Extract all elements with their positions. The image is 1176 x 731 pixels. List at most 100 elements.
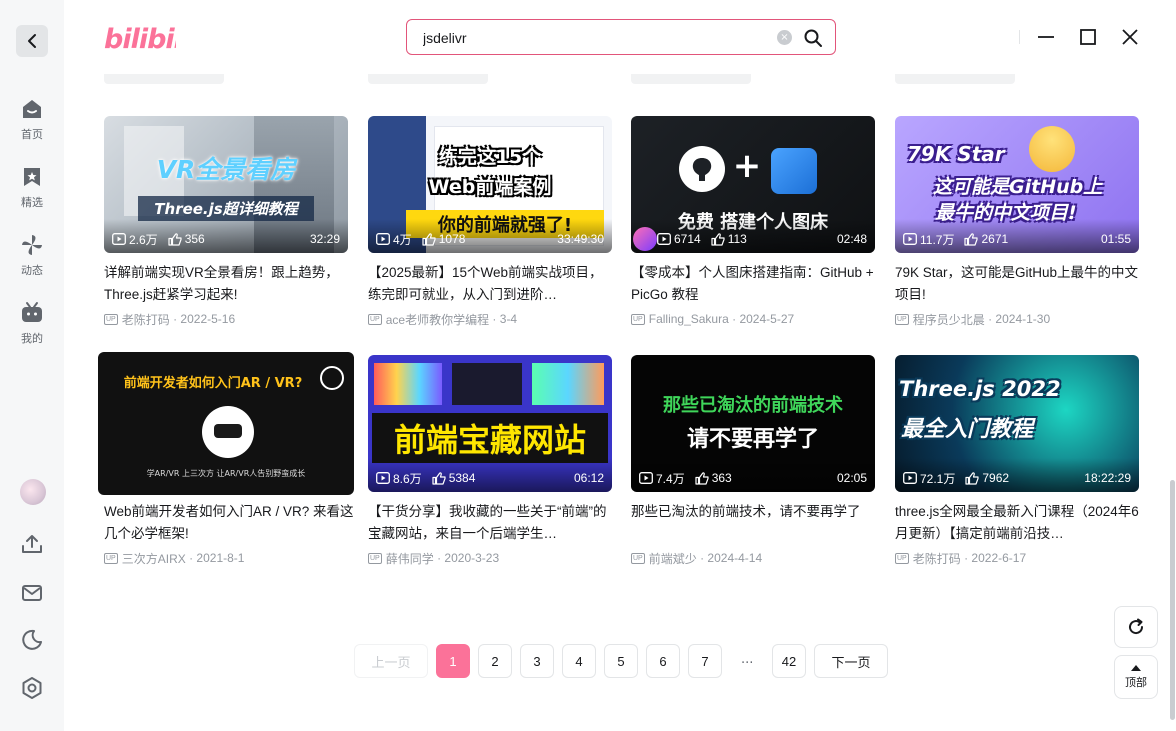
search-input[interactable] bbox=[423, 28, 763, 48]
like-icon bbox=[711, 232, 725, 246]
minimize-button[interactable] bbox=[1036, 27, 1056, 47]
sidebar: 首页 精选 动态 我的 bbox=[0, 0, 64, 731]
page-1-button[interactable]: 1 bbox=[436, 644, 470, 678]
page-6-button[interactable]: 6 bbox=[646, 644, 680, 678]
video-title[interactable]: three.js全网最全最新入门课程（2024年6月更新）【搞定前端前沿技… bbox=[895, 501, 1139, 545]
settings-icon bbox=[22, 677, 42, 699]
video-title[interactable]: 【2025最新】15个Web前端实战项目，练完即可就业，从入门到进阶… bbox=[368, 262, 612, 306]
video-author[interactable]: Falling_Sakura bbox=[649, 312, 729, 326]
prev-page-button[interactable]: 上一页 bbox=[354, 644, 428, 678]
video-title[interactable]: 【干货分享】我收藏的一些关于“前端”的宝藏网站，来自一个后端学生… bbox=[368, 501, 612, 545]
video-author[interactable]: 三次方AIRX bbox=[122, 550, 186, 567]
thumbnail-caption: 79K Star bbox=[907, 142, 1005, 166]
bookmark-icon bbox=[24, 168, 40, 186]
octocat-icon bbox=[692, 158, 712, 181]
video-thumbnail[interactable]: 那些已淘汰的前端技术 请不要再学了 7.4万 363 02:05 bbox=[631, 355, 875, 492]
video-title[interactable]: 【零成本】个人图床搭建指南：GitHub + PicGo 教程 bbox=[631, 262, 875, 306]
page-5-button[interactable]: 5 bbox=[604, 644, 638, 678]
video-meta: UP 程序员少北晨 · 2024-1-30 bbox=[895, 311, 1051, 328]
scrollbar[interactable] bbox=[1170, 480, 1175, 720]
page-7-button[interactable]: 7 bbox=[688, 644, 722, 678]
sidebar-item-mine[interactable]: 我的 bbox=[0, 300, 64, 356]
video-thumbnail[interactable]: 前端宝藏网站 8.6万 5384 06:12 bbox=[368, 355, 612, 492]
sidebar-item-home[interactable]: 首页 bbox=[0, 96, 64, 152]
avatar[interactable] bbox=[20, 479, 46, 505]
search-icon[interactable] bbox=[803, 28, 823, 48]
sidebar-item-label: 首页 bbox=[21, 128, 43, 141]
thumbnail-caption: Three.js超详细教程 bbox=[138, 196, 314, 221]
search-box: × bbox=[406, 19, 836, 55]
video-author[interactable]: 老陈打码 bbox=[913, 550, 961, 567]
video-thumbnail[interactable]: VR全景看房 Three.js超详细教程 2.6万 356 32:29 bbox=[104, 116, 348, 253]
video-title[interactable]: 那些已淘汰的前端技术，请不要再学了 bbox=[631, 501, 875, 545]
like-icon bbox=[695, 471, 709, 485]
video-author[interactable]: 薛伟同学 bbox=[386, 550, 434, 567]
sidebar-item-label: 我的 bbox=[21, 332, 43, 345]
back-to-top-button[interactable]: 顶部 bbox=[1114, 655, 1158, 699]
video-card[interactable]: + 免费 搭建个人图床 6714 113 02:48 【零成本】个人图床搭建指南… bbox=[631, 116, 875, 328]
video-card[interactable]: 那些已淘汰的前端技术 请不要再学了 7.4万 363 02:05 那些已淘汰的前… bbox=[631, 355, 875, 567]
video-author[interactable]: 老陈打码 bbox=[122, 311, 170, 328]
video-title[interactable]: 79K Star，这可能是GitHub上最牛的中文项目! bbox=[895, 262, 1139, 306]
video-date: 2020-3-23 bbox=[444, 551, 500, 565]
up-badge-icon: UP bbox=[895, 313, 909, 325]
video-author[interactable]: ace老师教你学编程 bbox=[386, 311, 489, 328]
video-author[interactable]: 前端斌少 bbox=[649, 550, 697, 567]
bilibili-logo[interactable]: bilibili bbox=[104, 22, 193, 58]
video-thumbnail[interactable]: 练完这15个 Web前端案例 你的前端就强了! 4万 1078 33:49:30 bbox=[368, 116, 612, 253]
video-card[interactable]: 79K Star 这可能是GitHub上 最牛的中文项目! 11.7万 2671… bbox=[895, 116, 1139, 328]
previous-row-remnant bbox=[368, 74, 488, 84]
view-count: 2.6万 bbox=[129, 232, 158, 247]
maximize-button[interactable] bbox=[1078, 27, 1098, 47]
video-title[interactable]: Web前端开发者如何入门AR / VR? 来看这几个必学框架! bbox=[98, 501, 354, 545]
video-title[interactable]: 详解前端实现VR全景看房！跟上趋势，Three.js赶紧学习起来! bbox=[104, 262, 348, 306]
video-stats: 6714 113 02:48 bbox=[657, 231, 867, 247]
up-badge-icon: UP bbox=[104, 552, 118, 564]
sidebar-item-label: 动态 bbox=[21, 264, 43, 277]
sidebar-item-featured[interactable]: 精选 bbox=[0, 164, 64, 220]
video-card[interactable]: 前端宝藏网站 8.6万 5384 06:12 【干货分享】我收藏的一些关于“前端… bbox=[368, 355, 612, 567]
like-count: 7962 bbox=[982, 471, 1010, 485]
thumbnail-caption: Web前端案例 bbox=[428, 176, 552, 198]
page-3-button[interactable]: 3 bbox=[520, 644, 554, 678]
video-card[interactable]: Three.js 2022 最全入门教程 72.1万 7962 18:22:29… bbox=[895, 355, 1139, 567]
video-author[interactable]: 程序员少北晨 bbox=[913, 311, 985, 328]
video-card[interactable]: 前端开发者如何入门AR / VR? 学AR/VR 上三次方 让AR/VR人告别野… bbox=[98, 352, 354, 567]
page-2-button[interactable]: 2 bbox=[478, 644, 512, 678]
page-last-button[interactable]: 42 bbox=[772, 644, 806, 678]
arrow-up-icon bbox=[1131, 665, 1141, 671]
close-button[interactable] bbox=[1120, 27, 1140, 47]
back-button[interactable] bbox=[16, 25, 48, 57]
video-thumbnail[interactable]: Three.js 2022 最全入门教程 72.1万 7962 18:22:29 bbox=[895, 355, 1139, 492]
video-meta: UP 前端斌少 · 2024-4-14 bbox=[631, 550, 763, 567]
video-stats: 4万 1078 33:49:30 bbox=[376, 231, 604, 247]
play-count-icon bbox=[376, 233, 390, 245]
clear-icon[interactable]: × bbox=[777, 30, 792, 45]
video-meta: UP 薛伟同学 · 2020-3-23 bbox=[368, 550, 500, 567]
duration: 33:49:30 bbox=[557, 232, 604, 246]
theme-button[interactable] bbox=[19, 627, 45, 653]
refresh-button[interactable] bbox=[1114, 606, 1158, 648]
video-card[interactable]: 练完这15个 Web前端案例 你的前端就强了! 4万 1078 33:49:30… bbox=[368, 116, 612, 328]
like-icon bbox=[432, 471, 446, 485]
page-4-button[interactable]: 4 bbox=[562, 644, 596, 678]
next-page-button[interactable]: 下一页 bbox=[814, 644, 888, 678]
up-badge-icon: UP bbox=[631, 313, 645, 325]
like-count: 2671 bbox=[981, 232, 1009, 246]
video-card[interactable]: VR全景看房 Three.js超详细教程 2.6万 356 32:29 详解前端… bbox=[104, 116, 348, 328]
moon-icon bbox=[22, 629, 42, 650]
video-thumbnail[interactable]: + 免费 搭建个人图床 6714 113 02:48 bbox=[631, 116, 875, 253]
refresh-icon bbox=[1129, 618, 1144, 635]
sidebar-item-dynamic[interactable]: 动态 bbox=[0, 232, 64, 288]
video-thumbnail[interactable]: 79K Star 这可能是GitHub上 最牛的中文项目! 11.7万 2671… bbox=[895, 116, 1139, 253]
back-to-top-label: 顶部 bbox=[1125, 676, 1147, 689]
page-ellipsis: ... bbox=[741, 652, 754, 667]
like-count: 5384 bbox=[448, 471, 476, 485]
settings-button[interactable] bbox=[19, 675, 45, 701]
upload-button[interactable] bbox=[19, 531, 45, 557]
home-icon bbox=[23, 100, 41, 118]
video-meta: UP ace老师教你学编程 · 3-4 bbox=[368, 311, 518, 328]
video-thumbnail[interactable]: 前端开发者如何入门AR / VR? 学AR/VR 上三次方 让AR/VR人告别野… bbox=[98, 352, 354, 495]
message-button[interactable] bbox=[19, 580, 45, 606]
like-icon bbox=[168, 232, 182, 246]
